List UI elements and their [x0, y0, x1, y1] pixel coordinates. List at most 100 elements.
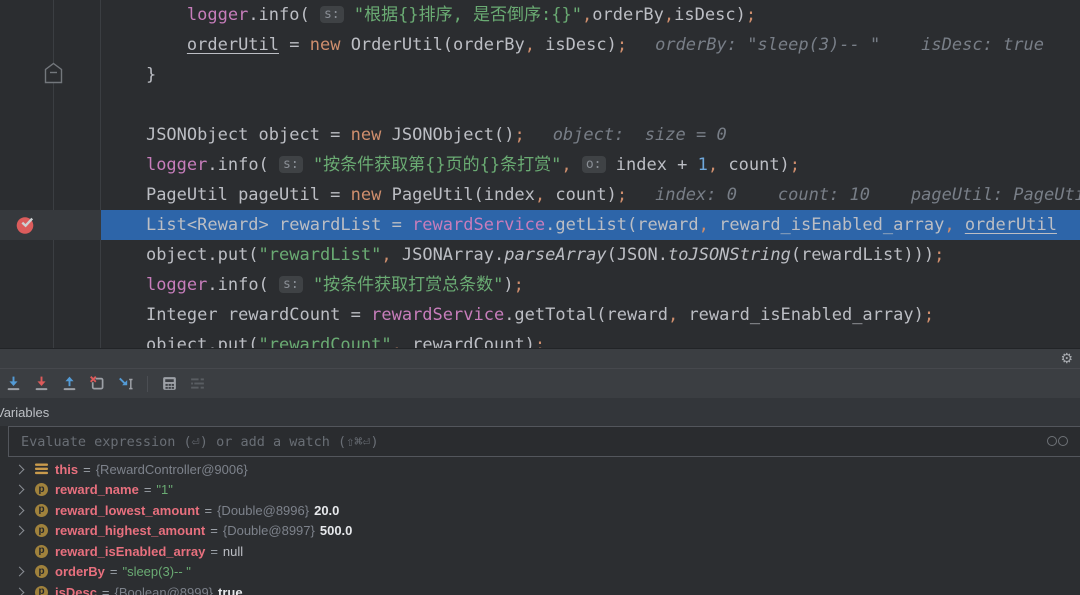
gutter-editor-border: [100, 0, 101, 348]
code-segment: .info(: [207, 275, 279, 295]
code-segment: new: [351, 125, 382, 145]
drop-frame-button[interactable]: [88, 374, 107, 393]
code-segment: [344, 5, 354, 25]
variable-row[interactable]: preward_isEnabled_array=null: [0, 541, 1080, 562]
variable-row[interactable]: preward_highest_amount={Double@8997}500.…: [0, 521, 1080, 542]
inline-debugger-hint: index: 0 count: 10 pageUtil: PageUtil: [655, 185, 1080, 205]
variable-row[interactable]: preward_lowest_amount={Double@8996}20.0: [0, 500, 1080, 521]
code-segment: toJSONString: [668, 245, 791, 265]
code-line[interactable]: logger.info( s: "根据{}排序, 是否倒序:{}",orderB…: [100, 0, 1080, 30]
parameter-icon: p: [35, 504, 48, 517]
code-segment: object.put(: [146, 245, 259, 265]
code-segment: orderBy: [592, 5, 664, 25]
variable-value: 500.0: [320, 523, 353, 538]
variable-row[interactable]: preward_name="1": [0, 480, 1080, 501]
breakpoint-verified-icon[interactable]: [15, 214, 37, 236]
code-segment: [572, 155, 582, 175]
code-segment: List<Reward> rewardList =: [146, 215, 412, 235]
expand-chevron-icon[interactable]: [15, 567, 25, 577]
variable-value: {Double@8996}: [217, 503, 309, 518]
run-to-cursor-button[interactable]: [116, 374, 135, 393]
code-segment: [303, 155, 313, 175]
code-line[interactable]: logger.info( s: "按条件获取第{}页的{}条打赏", o: in…: [100, 150, 1080, 180]
evaluate-expression-button[interactable]: [160, 374, 179, 393]
code-segment: rewardCount): [402, 335, 535, 348]
code-segment: ;: [617, 35, 627, 55]
variables-tree[interactable]: this={RewardController@9006} p reward_name…: [0, 457, 1080, 595]
variable-name: reward_name: [55, 482, 139, 497]
equals-sign: =: [102, 585, 110, 595]
code-segment: "rewardList": [259, 245, 382, 265]
step-out-button[interactable]: [60, 374, 79, 393]
code-segment: (rewardList))): [791, 245, 934, 265]
inline-debugger-hint: orderBy: "sleep(3)-- " isDesc: true: [655, 35, 1044, 55]
variable-row[interactable]: pisDesc={Boolean@8999}true: [0, 582, 1080, 595]
debug-panel: ⚙: [0, 348, 1080, 593]
code-segment: count): [718, 155, 790, 175]
expand-chevron-icon[interactable]: [15, 505, 25, 515]
code-segment: OrderUtil(orderBy: [340, 35, 524, 55]
code-segment: [955, 215, 965, 235]
expand-chevron-icon[interactable]: [15, 464, 25, 474]
code-line[interactable]: object.put("rewardCount", rewardCount);: [100, 330, 1080, 348]
parameter-icon: p: [35, 565, 48, 578]
variable-row[interactable]: this={RewardController@9006}: [0, 459, 1080, 480]
code-line[interactable]: [100, 90, 1080, 120]
code-segment: ,: [708, 155, 718, 175]
code-segment: =: [279, 35, 310, 55]
equals-sign: =: [110, 564, 118, 579]
param-hint-chip: s:: [320, 6, 344, 23]
variable-value: true: [218, 585, 243, 595]
code-segment: "根据{}排序, 是否倒序:{}": [354, 5, 582, 25]
code-line[interactable]: logger.info( s: "按条件获取打赏总条数");: [100, 270, 1080, 300]
code-segment: orderUtil: [187, 35, 279, 55]
code-segment: (JSON.: [607, 245, 668, 265]
evaluate-expression-input[interactable]: Evaluate expression (⏎) or add a watch (…: [8, 426, 1080, 457]
code-segment: .info(: [207, 155, 279, 175]
code-line[interactable]: JSONObject object = new JSONObject();obj…: [100, 120, 1080, 150]
execution-code-line[interactable]: List<Reward> rewardList = rewardService.…: [100, 210, 1080, 240]
inline-debugger-hint: object: size = 0: [553, 125, 727, 145]
code-line[interactable]: object.put("rewardList", JSONArray.parse…: [100, 240, 1080, 270]
code-lines: logger.info( s: "根据{}排序, 是否倒序:{}",orderB…: [0, 0, 1080, 348]
variable-value: {Double@8997}: [223, 523, 315, 538]
code-editor[interactable]: logger.info( s: "根据{}排序, 是否倒序:{}",orderB…: [0, 0, 1080, 348]
expand-chevron-icon[interactable]: [15, 526, 25, 536]
gutter-separator: [53, 0, 54, 348]
code-line[interactable]: orderUtil = new OrderUtil(orderBy, isDes…: [100, 30, 1080, 60]
equals-sign: =: [210, 544, 218, 559]
variable-name: reward_highest_amount: [55, 523, 205, 538]
force-step-into-button[interactable]: [32, 374, 51, 393]
code-segment: count): [545, 185, 617, 205]
variable-value: null: [223, 544, 243, 559]
equals-sign: =: [205, 503, 213, 518]
code-segment: parseArray: [504, 245, 606, 265]
settings-gear-icon[interactable]: ⚙: [1060, 350, 1073, 367]
code-segment: orderUtil: [965, 215, 1057, 235]
code-line[interactable]: PageUtil pageUtil = new PageUtil(index, …: [100, 180, 1080, 210]
code-segment: new: [310, 35, 341, 55]
code-segment: .info(: [248, 5, 320, 25]
variable-row[interactable]: porderBy="sleep(3)-- ": [0, 562, 1080, 583]
add-watch-glasses-icon[interactable]: [1047, 436, 1068, 446]
fold-region-end-icon[interactable]: [44, 62, 63, 84]
expand-chevron-icon[interactable]: [15, 587, 25, 595]
code-line[interactable]: Integer rewardCount = rewardService.getT…: [100, 300, 1080, 330]
code-line[interactable]: }: [100, 60, 1080, 90]
code-segment: ,: [582, 5, 592, 25]
expand-chevron-icon[interactable]: [15, 485, 25, 495]
code-segment: "按条件获取打赏总条数": [313, 275, 503, 295]
code-segment: JSONObject(): [381, 125, 514, 145]
code-segment: ,: [944, 215, 954, 235]
debug-toolbar: [0, 368, 1080, 398]
variable-name: reward_lowest_amount: [55, 503, 200, 518]
stream-trace-button[interactable]: [188, 374, 207, 393]
step-into-button[interactable]: [4, 374, 23, 393]
parameter-icon: p: [35, 483, 48, 496]
code-segment: logger: [146, 275, 207, 295]
equals-sign: =: [144, 482, 152, 497]
code-segment: PageUtil pageUtil =: [146, 185, 351, 205]
variable-name: this: [55, 462, 78, 477]
code-segment: JSONArray.: [392, 245, 505, 265]
param-hint-chip: s:: [279, 276, 303, 293]
